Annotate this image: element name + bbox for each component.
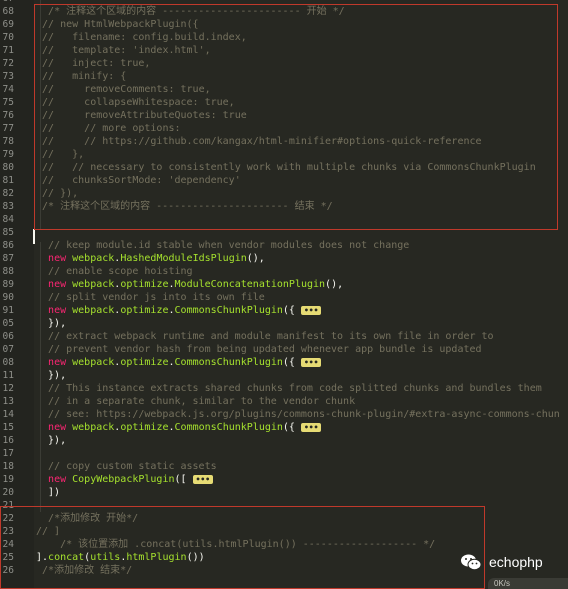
code-line[interactable]: 06 // extract webpack runtime and module… bbox=[0, 330, 568, 343]
line-number: 11 bbox=[2, 370, 14, 381]
code-text[interactable]: // This instance extracts shared chunks … bbox=[36, 382, 542, 395]
watermark: echophp bbox=[460, 553, 543, 571]
line-number: 70 bbox=[2, 32, 14, 43]
code-text[interactable]: // enable scope hoisting bbox=[36, 265, 193, 278]
code-line[interactable]: 17 bbox=[0, 447, 568, 460]
wechat-icon bbox=[461, 554, 482, 571]
code-text[interactable]: new webpack.HashedModuleIdsPlugin(), bbox=[36, 252, 265, 265]
line-number: 19 bbox=[2, 474, 14, 485]
code-text[interactable]: // see: https://webpack.js.org/plugins/c… bbox=[36, 408, 560, 421]
code-line[interactable]: 07 // prevent vendor hash from being upd… bbox=[0, 343, 568, 356]
code-text[interactable]: new webpack.optimize.CommonsChunkPlugin(… bbox=[36, 356, 322, 369]
line-number: 73 bbox=[2, 71, 14, 82]
line-number: 78 bbox=[2, 136, 14, 147]
code-line[interactable]: 89 new webpack.optimize.ModuleConcatenat… bbox=[0, 278, 568, 291]
code-line[interactable]: 16 }), bbox=[0, 434, 568, 447]
line-number: 08 bbox=[2, 357, 14, 368]
line-number: 71 bbox=[2, 45, 14, 56]
code-text[interactable]: ]) bbox=[36, 486, 60, 499]
code-line[interactable]: 20 ]) bbox=[0, 486, 568, 499]
network-speed-text: 0K/s bbox=[494, 579, 511, 588]
text-cursor bbox=[33, 229, 35, 244]
line-number: 82 bbox=[2, 188, 14, 199]
code-text[interactable]: }), bbox=[36, 317, 66, 330]
code-text[interactable]: }), bbox=[36, 434, 66, 447]
fold-marker-icon[interactable]: ••• bbox=[300, 305, 322, 315]
line-number: 72 bbox=[2, 58, 14, 69]
code-text[interactable]: // split vendor js into its own file bbox=[36, 291, 265, 304]
line-number: 79 bbox=[2, 149, 14, 160]
highlight-box-added-region bbox=[0, 506, 485, 589]
line-number: 68 bbox=[2, 6, 14, 17]
code-text[interactable]: // keep module.id stable when vendor mod… bbox=[36, 239, 409, 252]
line-number: 20 bbox=[2, 487, 14, 498]
code-line[interactable]: 86 // keep module.id stable when vendor … bbox=[0, 239, 568, 252]
line-number: 89 bbox=[2, 279, 14, 290]
code-text[interactable]: // extract webpack runtime and module ma… bbox=[36, 330, 494, 343]
code-text[interactable]: // in a separate chunk, similar to the v… bbox=[36, 395, 355, 408]
line-number: 05 bbox=[2, 318, 14, 329]
code-line[interactable]: 14 // see: https://webpack.js.org/plugin… bbox=[0, 408, 568, 421]
line-number: 88 bbox=[2, 266, 14, 277]
code-text[interactable]: new webpack.optimize.CommonsChunkPlugin(… bbox=[36, 304, 322, 317]
line-number: 06 bbox=[2, 331, 14, 342]
code-text[interactable]: new webpack.optimize.CommonsChunkPlugin(… bbox=[36, 421, 322, 434]
line-number: 16 bbox=[2, 435, 14, 446]
line-number: 84 bbox=[2, 214, 14, 225]
line-number: 91 bbox=[2, 305, 14, 316]
line-number: 86 bbox=[2, 240, 14, 251]
code-text[interactable]: new webpack.optimize.ModuleConcatenation… bbox=[36, 278, 343, 291]
line-number: 81 bbox=[2, 175, 14, 186]
code-line[interactable]: 90 // split vendor js into its own file bbox=[0, 291, 568, 304]
line-number: 85 bbox=[2, 227, 14, 238]
code-text[interactable]: // prevent vendor hash from being update… bbox=[36, 343, 481, 356]
code-text[interactable]: new CopyWebpackPlugin([ ••• bbox=[36, 473, 214, 486]
line-number: 14 bbox=[2, 409, 14, 420]
code-line[interactable]: 08 new webpack.optimize.CommonsChunkPlug… bbox=[0, 356, 568, 369]
code-line[interactable]: 88 // enable scope hoisting bbox=[0, 265, 568, 278]
line-number: 75 bbox=[2, 97, 14, 108]
code-line[interactable]: 05 }), bbox=[0, 317, 568, 330]
line-number: 77 bbox=[2, 123, 14, 134]
highlight-box-commented-region bbox=[34, 4, 558, 230]
code-line[interactable]: 87 new webpack.HashedModuleIdsPlugin(), bbox=[0, 252, 568, 265]
line-number: 18 bbox=[2, 461, 14, 472]
code-line[interactable]: 18 // copy custom static assets bbox=[0, 460, 568, 473]
watermark-text: echophp bbox=[489, 554, 543, 570]
line-number: 69 bbox=[2, 19, 14, 30]
fold-marker-icon[interactable]: ••• bbox=[192, 474, 214, 484]
code-line[interactable]: 15 new webpack.optimize.CommonsChunkPlug… bbox=[0, 421, 568, 434]
code-line[interactable]: 12 // This instance extracts shared chun… bbox=[0, 382, 568, 395]
line-number: 74 bbox=[2, 84, 14, 95]
code-editor[interactable]: 6768 /* 注释这个区域的内容 ----------------------… bbox=[0, 0, 568, 589]
code-line[interactable]: 13 // in a separate chunk, similar to th… bbox=[0, 395, 568, 408]
line-number: 83 bbox=[2, 201, 14, 212]
line-number: 76 bbox=[2, 110, 14, 121]
line-number: 15 bbox=[2, 422, 14, 433]
line-number: 90 bbox=[2, 292, 14, 303]
fold-marker-icon[interactable]: ••• bbox=[300, 357, 322, 367]
line-number: 87 bbox=[2, 253, 14, 264]
line-number: 17 bbox=[2, 448, 14, 459]
line-number: 13 bbox=[2, 396, 14, 407]
code-line[interactable]: 91 new webpack.optimize.CommonsChunkPlug… bbox=[0, 304, 568, 317]
network-speed-indicator: 0K/s bbox=[488, 578, 568, 589]
code-line[interactable]: 11 }), bbox=[0, 369, 568, 382]
line-number: 07 bbox=[2, 344, 14, 355]
code-line[interactable]: 19 new CopyWebpackPlugin([ ••• bbox=[0, 473, 568, 486]
code-text[interactable]: // copy custom static assets bbox=[36, 460, 217, 473]
line-number: 12 bbox=[2, 383, 14, 394]
fold-marker-icon[interactable]: ••• bbox=[300, 422, 322, 432]
line-number: 80 bbox=[2, 162, 14, 173]
code-text[interactable]: }), bbox=[36, 369, 66, 382]
